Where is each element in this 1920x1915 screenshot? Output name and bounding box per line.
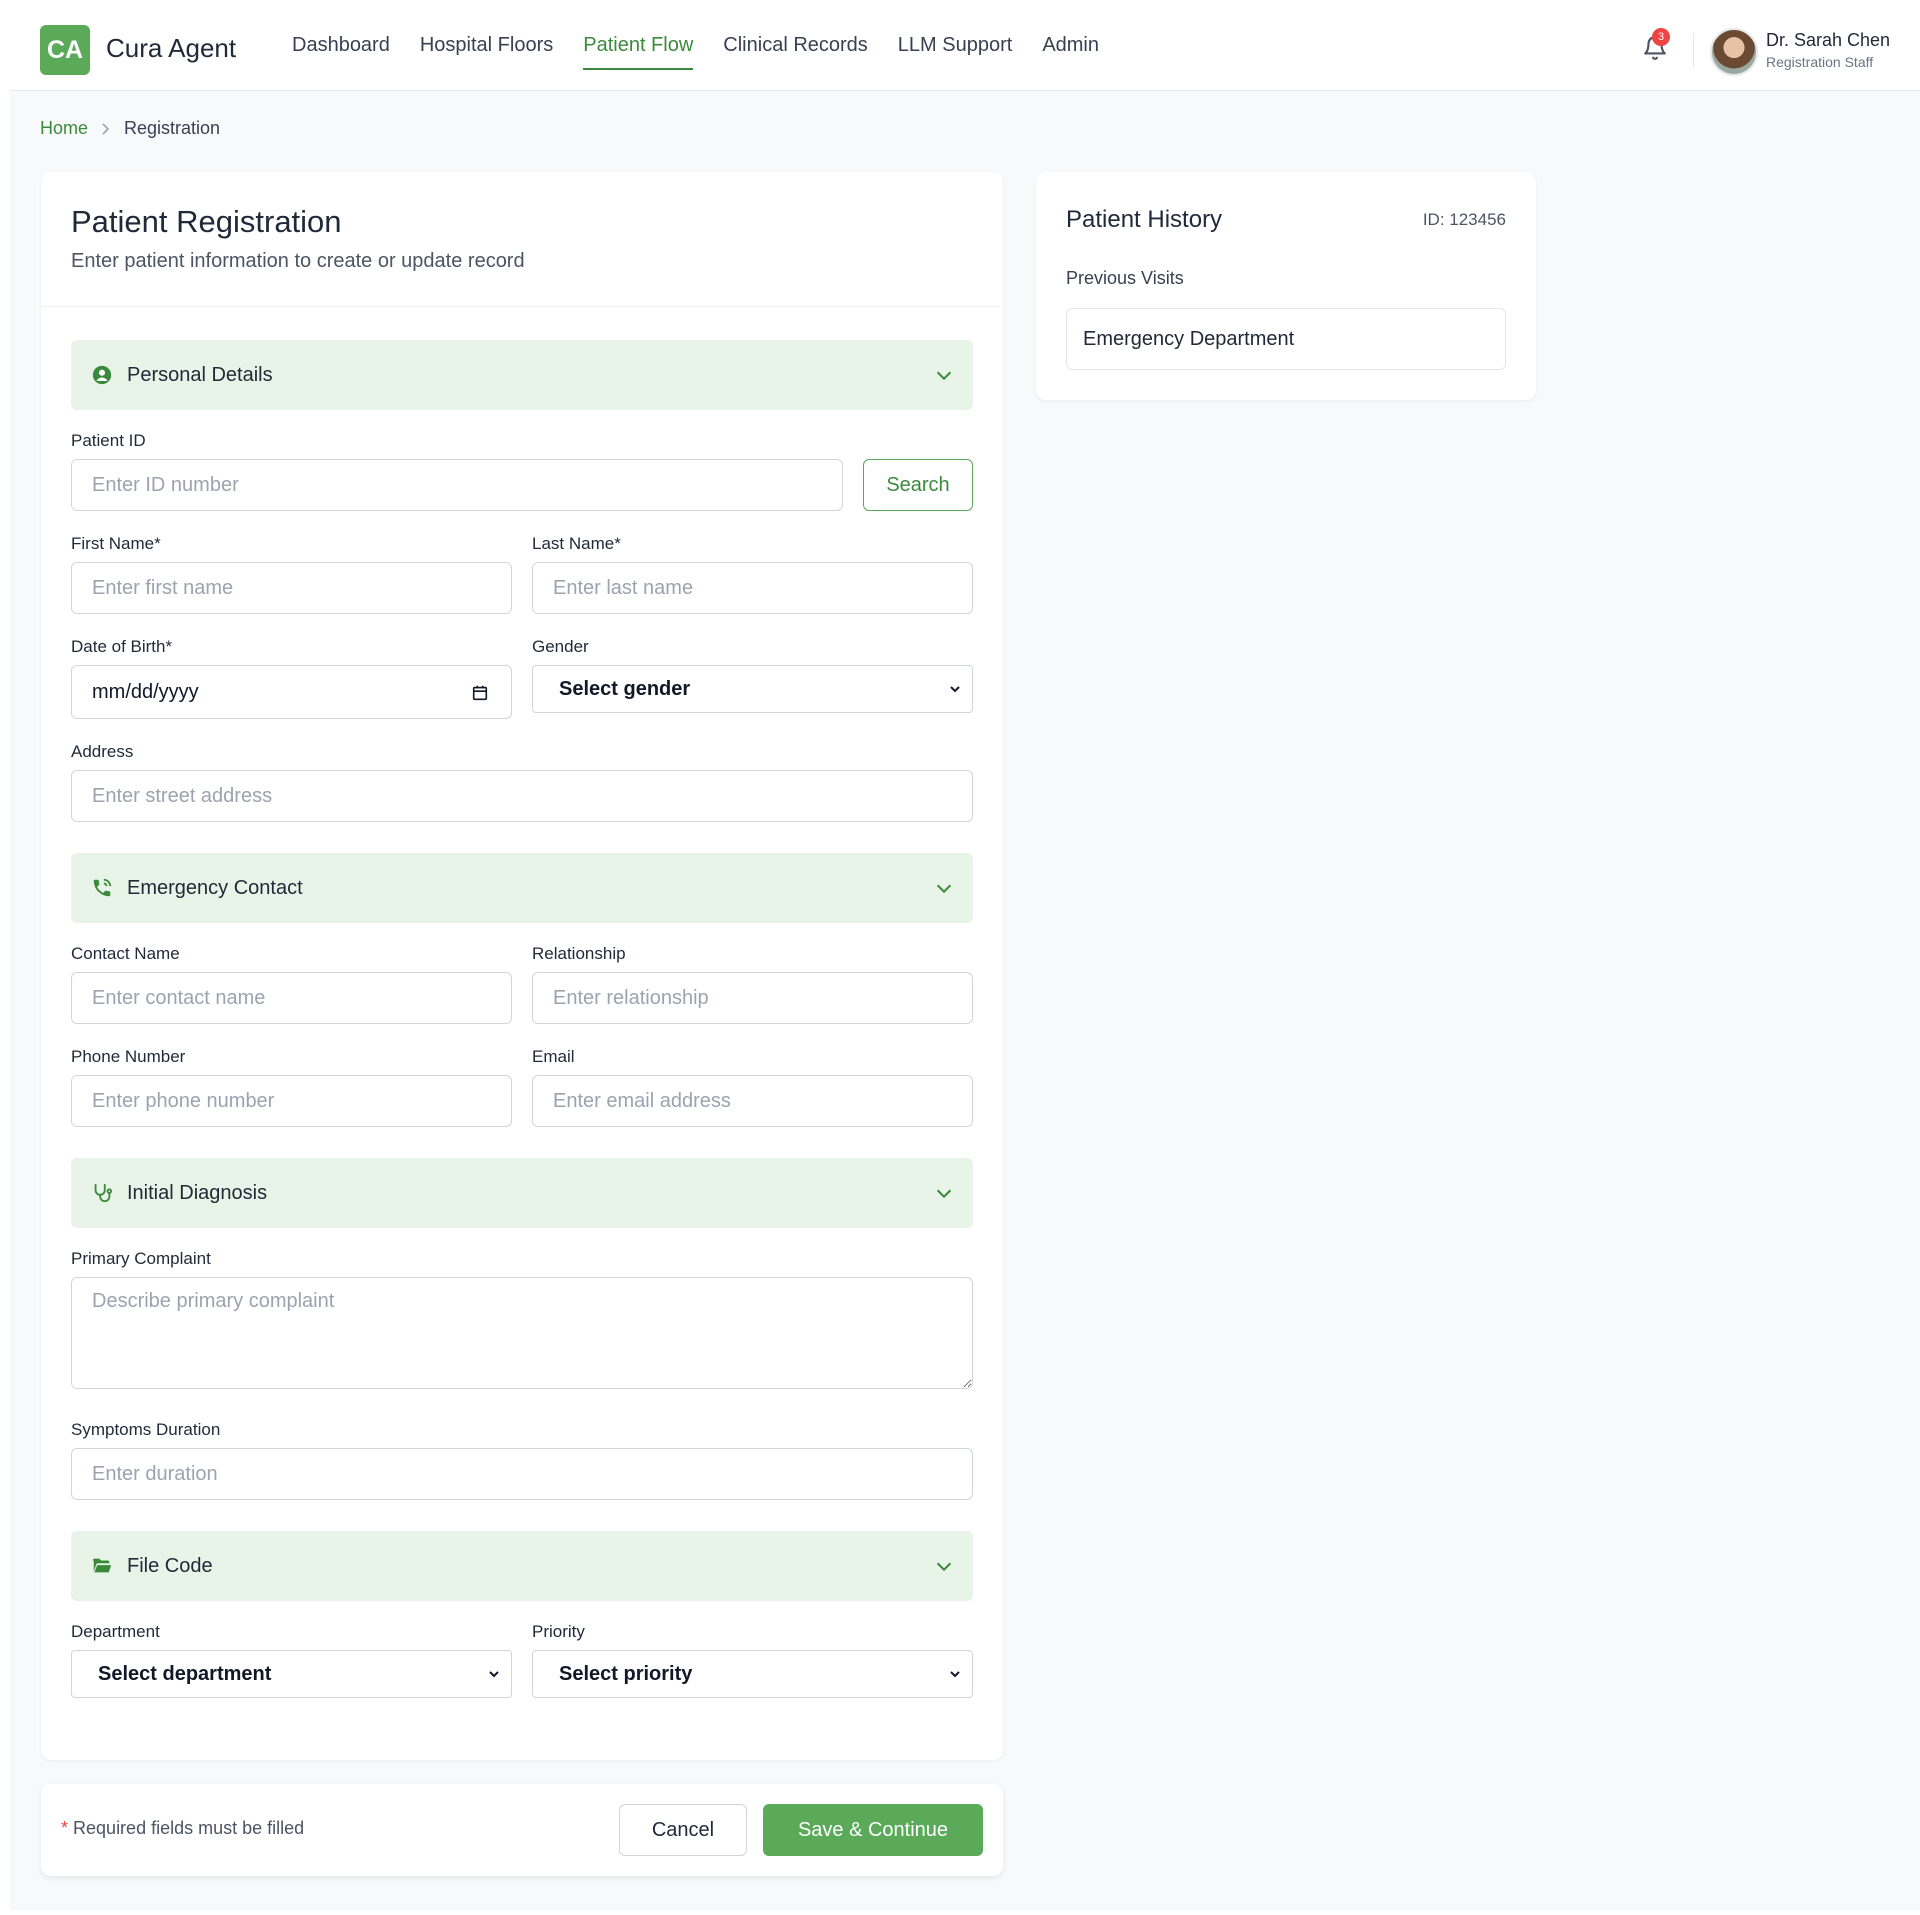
section-label: Initial Diagnosis bbox=[127, 1182, 268, 1204]
department-select[interactable]: Select department bbox=[71, 1650, 512, 1698]
email-input[interactable] bbox=[532, 1075, 973, 1127]
header-divider bbox=[1693, 33, 1694, 67]
visit-item[interactable]: Emergency Department bbox=[1066, 308, 1506, 370]
first-name-label: First Name* bbox=[71, 534, 161, 553]
priority-select[interactable]: Select priority bbox=[532, 1650, 973, 1698]
patient-id-label: Patient ID bbox=[71, 431, 146, 450]
section-personal-details[interactable]: Personal Details bbox=[71, 340, 973, 410]
section-initial-diagnosis[interactable]: Initial Diagnosis bbox=[71, 1158, 973, 1228]
registration-form-card: Patient Registration Enter patient infor… bbox=[41, 172, 1003, 1760]
user-circle-icon bbox=[92, 365, 112, 385]
email-label: Email bbox=[532, 1047, 575, 1066]
chevron-down-icon[interactable] bbox=[933, 364, 955, 386]
relationship-label: Relationship bbox=[532, 944, 626, 963]
chevron-down-icon[interactable] bbox=[933, 877, 955, 899]
priority-value: Select priority bbox=[559, 1662, 693, 1685]
patient-history-card: Patient History ID: 123456 Previous Visi… bbox=[1036, 172, 1536, 400]
duration-input[interactable] bbox=[71, 1448, 973, 1500]
complaint-label: Primary Complaint bbox=[71, 1249, 211, 1268]
form-divider bbox=[41, 306, 1003, 307]
cancel-button[interactable]: Cancel bbox=[619, 1804, 747, 1856]
gender-label: Gender bbox=[532, 637, 589, 656]
breadcrumb-home[interactable]: Home bbox=[40, 118, 88, 139]
duration-label: Symptoms Duration bbox=[71, 1420, 221, 1439]
section-emergency-contact[interactable]: Emergency Contact bbox=[71, 853, 973, 923]
nav-dashboard[interactable]: Dashboard bbox=[292, 0, 390, 90]
user-role: Registration Staff bbox=[1766, 54, 1874, 70]
app-logo[interactable]: CA bbox=[40, 25, 90, 75]
previous-visits-label: Previous Visits bbox=[1066, 268, 1184, 288]
department-value: Select department bbox=[98, 1662, 272, 1685]
chevron-down-icon bbox=[489, 1671, 499, 1678]
search-button[interactable]: Search bbox=[863, 459, 973, 511]
required-note: * Required fields must be filled bbox=[61, 1818, 304, 1839]
section-label: Emergency Contact bbox=[127, 877, 303, 899]
notification-badge: 3 bbox=[1652, 28, 1670, 46]
user-name: Dr. Sarah Chen bbox=[1766, 30, 1891, 50]
chevron-right-icon bbox=[102, 122, 110, 135]
chevron-down-icon[interactable] bbox=[933, 1182, 955, 1204]
nav-llm-support[interactable]: LLM Support bbox=[898, 0, 1013, 90]
form-actions-bar: * Required fields must be filled Cancel … bbox=[41, 1784, 1003, 1876]
nav-patient-flow[interactable]: Patient Flow bbox=[583, 0, 694, 90]
gender-value: Select gender bbox=[559, 677, 691, 700]
required-note-text: Required fields must be filled bbox=[73, 1818, 305, 1838]
contact-name-label: Contact Name bbox=[71, 944, 180, 963]
chevron-down-icon[interactable] bbox=[933, 1555, 955, 1577]
complaint-textarea[interactable] bbox=[71, 1277, 973, 1389]
first-name-input[interactable] bbox=[71, 562, 512, 614]
section-label: Personal Details bbox=[127, 364, 273, 386]
phone-input[interactable] bbox=[71, 1075, 512, 1127]
breadcrumb: Home Registration bbox=[40, 118, 220, 139]
contact-name-input[interactable] bbox=[71, 972, 512, 1024]
nav-clinical-records[interactable]: Clinical Records bbox=[723, 0, 868, 90]
stethoscope-icon bbox=[94, 1183, 113, 1203]
priority-label: Priority bbox=[532, 1622, 585, 1641]
breadcrumb-current: Registration bbox=[124, 118, 221, 138]
phone-icon bbox=[93, 878, 112, 897]
avatar[interactable] bbox=[1710, 28, 1758, 76]
top-header: CA Cura Agent Dashboard Hospital Floors … bbox=[10, 0, 1920, 91]
main-nav: Dashboard Hospital Floors Patient Flow C… bbox=[292, 0, 1099, 90]
nav-admin[interactable]: Admin bbox=[1042, 0, 1099, 90]
dob-label: Date of Birth* bbox=[71, 637, 173, 656]
patient-id-input[interactable] bbox=[71, 459, 843, 511]
gender-select[interactable]: Select gender bbox=[532, 665, 973, 713]
relationship-input[interactable] bbox=[532, 972, 973, 1024]
history-title: Patient History bbox=[1066, 206, 1223, 233]
chevron-down-icon bbox=[950, 686, 960, 693]
section-file-code[interactable]: File Code bbox=[71, 1531, 973, 1601]
page-subtitle: Enter patient information to create or u… bbox=[71, 250, 525, 272]
save-continue-button[interactable]: Save & Continue bbox=[763, 1804, 983, 1856]
last-name-label: Last Name* bbox=[532, 534, 621, 553]
folder-open-icon bbox=[92, 1558, 112, 1573]
address-label: Address bbox=[71, 742, 134, 761]
section-label: File Code bbox=[127, 1555, 213, 1577]
calendar-icon[interactable] bbox=[471, 684, 489, 702]
required-star: * bbox=[61, 1818, 69, 1838]
page-title: Patient Registration bbox=[71, 204, 342, 239]
address-input[interactable] bbox=[71, 770, 973, 822]
nav-hospital-floors[interactable]: Hospital Floors bbox=[420, 0, 553, 90]
history-patient-id: ID: 123456 bbox=[1422, 210, 1506, 229]
department-label: Department bbox=[71, 1622, 160, 1641]
dob-input[interactable]: mm/dd/yyyy bbox=[71, 665, 512, 719]
app-name: Cura Agent bbox=[106, 33, 237, 63]
chevron-down-icon bbox=[950, 1671, 960, 1678]
last-name-input[interactable] bbox=[532, 562, 973, 614]
dob-value: mm/dd/yyyy bbox=[92, 680, 199, 703]
phone-label: Phone Number bbox=[71, 1047, 186, 1066]
